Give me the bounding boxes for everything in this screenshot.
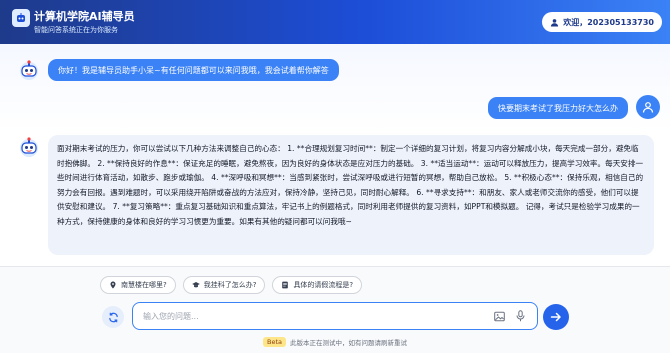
app-title: 计算机学院AI辅导员 — [34, 10, 135, 23]
send-button[interactable] — [543, 304, 569, 330]
question-input-wrapper — [132, 302, 538, 330]
bot-avatar — [17, 135, 41, 159]
user-label: 欢迎，202305133730 — [563, 17, 654, 27]
user-avatar — [636, 95, 660, 119]
robot-icon — [20, 60, 38, 80]
app-subtitle: 智能问答系统正在为你服务 — [34, 26, 118, 34]
send-arrow-icon — [550, 312, 561, 322]
suggestion-chip-location[interactable]: 南慧楼在哪里? — [100, 276, 176, 294]
question-input[interactable] — [143, 308, 483, 324]
user-icon — [642, 102, 654, 113]
robot-icon — [12, 9, 30, 27]
chat-area[interactable]: 你好！我是辅导员助手小呆~有任何问题都可以来问我哦，我会试着帮你解答 快要期末考… — [0, 44, 670, 266]
app-header: 计算机学院AI辅导员 智能问答系统正在为你服务 欢迎，202305133730 — [0, 0, 670, 44]
footer-note: Beta 此版本正在测试中，如有问题请刷新重试 — [0, 337, 670, 347]
composer-area: 南慧楼在哪里? 我挂科了怎么办? 具体的请假流程是? Beta 此版本正在测试中… — [0, 266, 670, 353]
refresh-icon — [108, 312, 118, 322]
bot-avatar — [17, 58, 41, 82]
suggestion-chip-leave-process[interactable]: 具体的请假流程是? — [272, 276, 363, 294]
suggestion-label: 南慧楼在哪里? — [121, 281, 167, 289]
suggestion-chips: 南慧楼在哪里? 我挂科了怎么办? 具体的请假流程是? — [100, 276, 363, 294]
mic-icon[interactable] — [515, 310, 526, 322]
suggestion-label: 我挂科了怎么办? — [203, 281, 257, 289]
user-icon — [551, 18, 559, 27]
suggestion-label: 具体的请假流程是? — [293, 281, 354, 289]
bot-greeting-bubble: 你好！我是辅导员助手小呆~有任何问题都可以来问我哦，我会试着帮你解答 — [48, 59, 339, 81]
suggestion-chip-failed-exam[interactable]: 我挂科了怎么办? — [182, 276, 266, 294]
document-icon — [282, 281, 289, 289]
refresh-button[interactable] — [102, 306, 124, 328]
graduation-cap-icon — [191, 282, 200, 288]
location-pin-icon — [110, 281, 116, 289]
robot-icon — [20, 137, 38, 157]
footer-text: 此版本正在测试中，如有问题请刷新重试 — [290, 339, 407, 347]
user-menu-button[interactable]: 欢迎，202305133730 — [542, 12, 662, 32]
user-message-bubble: 快要期末考试了我压力好大怎么办 — [488, 97, 628, 119]
bot-reply-bubble: 面对期末考试的压力，你可以尝试以下几种方法来调整自己的心态： 1. **合理规划… — [48, 135, 654, 255]
image-icon[interactable] — [494, 311, 505, 322]
beta-badge: Beta — [263, 337, 286, 347]
